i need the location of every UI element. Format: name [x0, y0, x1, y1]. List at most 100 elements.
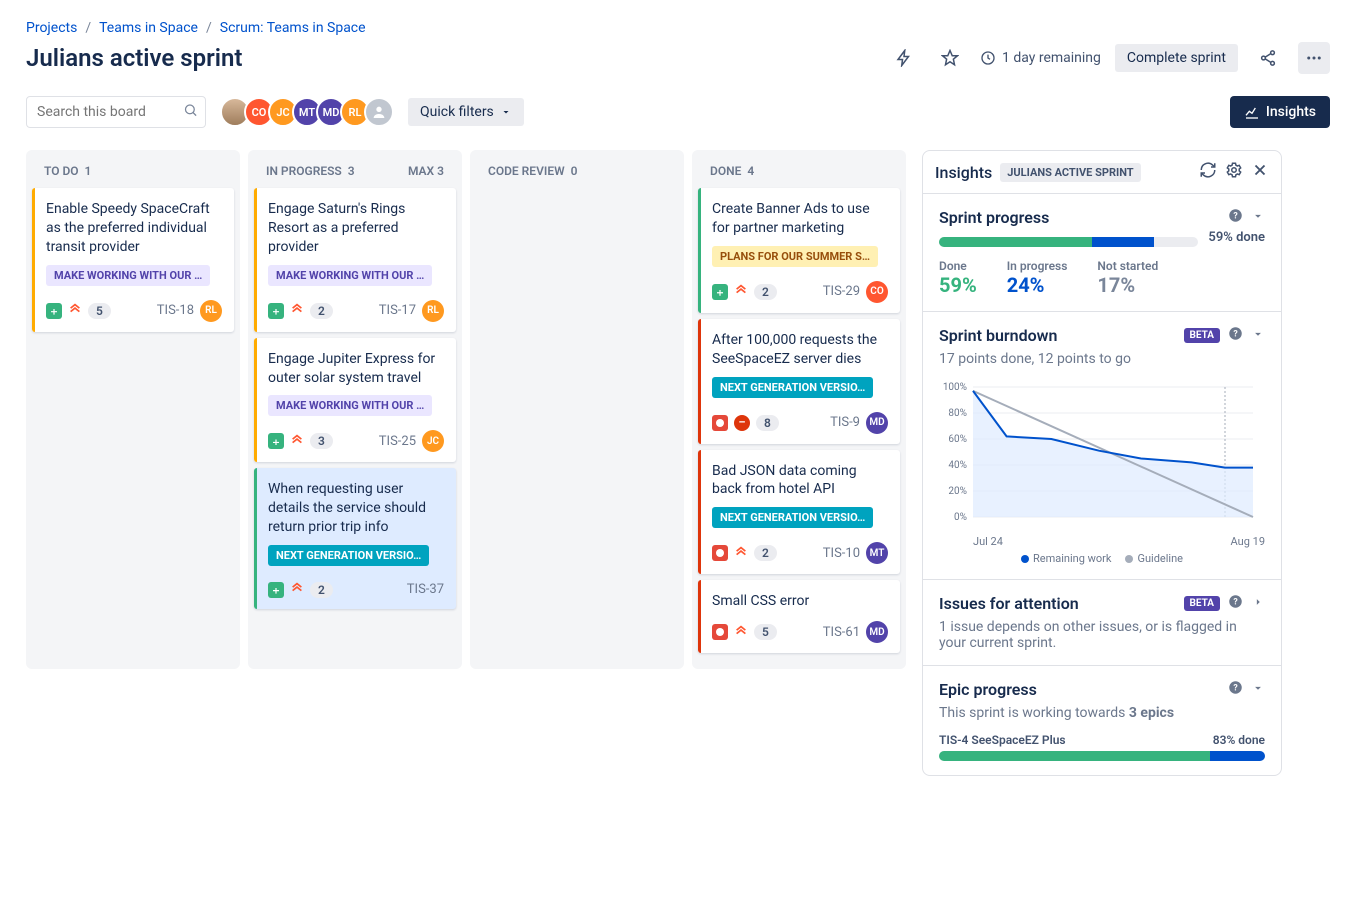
issue-key: TIS-61: [823, 625, 860, 640]
column-title: IN PROGRESS 3: [266, 164, 355, 178]
priority-icon: [290, 301, 304, 320]
card-title: After 100,000 requests the SeeSpaceEZ se…: [712, 331, 888, 369]
insights-title: Insights: [935, 163, 992, 182]
issue-card[interactable]: When requesting user details the service…: [254, 468, 456, 609]
assignee-avatar[interactable]: JC: [422, 430, 444, 452]
quick-filters-button[interactable]: Quick filters: [408, 98, 524, 126]
share-icon[interactable]: [1252, 42, 1284, 74]
board-column: CODE REVIEW 0: [470, 150, 684, 669]
issue-card[interactable]: After 100,000 requests the SeeSpaceEZ se…: [698, 319, 900, 444]
issue-card[interactable]: Bad JSON data coming back from hotel API…: [698, 450, 900, 575]
epic-label: PLANS FOR OUR SUMMER S…: [712, 246, 878, 267]
help-icon[interactable]: ?: [1228, 680, 1243, 699]
chevron-down-icon[interactable]: [1251, 680, 1265, 699]
epic-label: NEXT GENERATION VERSIO…: [712, 507, 873, 528]
insights-header: Insights JULIANS ACTIVE SPRINT: [923, 151, 1281, 194]
chevron-down-icon[interactable]: [1251, 326, 1265, 345]
sprint-burndown-section: Sprint burndown BETA ? 17 points done, 1…: [923, 312, 1281, 580]
insights-button[interactable]: Insights: [1230, 96, 1330, 128]
assignee-avatar[interactable]: CO: [866, 281, 888, 303]
assignee-avatar[interactable]: MD: [866, 621, 888, 643]
issue-key: TIS-10: [823, 546, 860, 561]
priority-icon: [734, 282, 748, 301]
avatar[interactable]: [364, 97, 394, 127]
beta-badge: BETA: [1184, 328, 1221, 343]
svg-text:?: ?: [1233, 598, 1238, 608]
svg-text:20%: 20%: [948, 486, 967, 497]
card-title: Small CSS error: [712, 592, 888, 611]
issues-attention-section[interactable]: Issues for attention BETA ? 1 issue depe…: [923, 580, 1281, 666]
help-icon[interactable]: ?: [1228, 208, 1243, 227]
bug-icon: [712, 415, 728, 431]
epic-bar: [939, 751, 1265, 761]
epic-progress-title: Epic progress: [939, 680, 1037, 699]
assignee-avatar[interactable]: MT: [866, 542, 888, 564]
days-remaining: 1 day remaining: [980, 50, 1101, 66]
burndown-summary: 17 points done, 12 points to go: [939, 351, 1265, 367]
issue-card[interactable]: Engage Saturn's Rings Resort as a prefer…: [254, 188, 456, 332]
avatar-stack[interactable]: COJCMTMDRL: [220, 97, 394, 127]
chevron-down-icon[interactable]: [1251, 208, 1265, 227]
chevron-right-icon[interactable]: [1251, 594, 1265, 613]
chevron-down-icon: [500, 106, 512, 118]
issue-key: TIS-29: [823, 284, 860, 299]
insights-panel: Insights JULIANS ACTIVE SPRINT Sprint pr…: [922, 150, 1282, 776]
assignee-avatar[interactable]: MD: [866, 412, 888, 434]
assignee-avatar[interactable]: RL: [200, 300, 222, 322]
epic-row-label: TIS-4 SeeSpaceEZ Plus: [939, 733, 1066, 747]
priority-icon: [734, 623, 748, 642]
priority-icon: [290, 432, 304, 451]
story-points: 5: [754, 624, 777, 640]
attention-title: Issues for attention: [939, 594, 1079, 613]
bug-icon: [712, 624, 728, 640]
priority-icon: [734, 544, 748, 563]
automation-icon[interactable]: [888, 42, 920, 74]
issue-card[interactable]: Enable Speedy SpaceCraft as the preferre…: [32, 188, 234, 332]
burndown-title: Sprint burndown: [939, 326, 1057, 345]
issue-card[interactable]: Engage Jupiter Express for outer solar s…: [254, 338, 456, 463]
epic-label: NEXT GENERATION VERSIO…: [712, 377, 873, 398]
breadcrumb-projects[interactable]: Projects: [26, 20, 77, 36]
star-icon[interactable]: [934, 42, 966, 74]
beta-badge: BETA: [1184, 596, 1221, 611]
close-icon[interactable]: [1251, 161, 1269, 183]
help-icon[interactable]: ?: [1228, 326, 1243, 345]
search-wrapper: [26, 96, 206, 128]
story-icon: [712, 284, 728, 300]
title-actions: 1 day remaining Complete sprint: [888, 42, 1330, 74]
epic-label: MAKE WORKING WITH OUR …: [268, 395, 432, 416]
assignee-avatar[interactable]: RL: [422, 300, 444, 322]
breadcrumb: Projects / Teams in Space / Scrum: Teams…: [26, 20, 1330, 36]
more-icon[interactable]: [1298, 42, 1330, 74]
issue-card[interactable]: Small CSS error 5 TIS-61 MD: [698, 580, 900, 653]
issue-card[interactable]: Create Banner Ads to use for partner mar…: [698, 188, 900, 313]
story-points: 8: [756, 415, 779, 431]
sprint-badge: JULIANS ACTIVE SPRINT: [1000, 163, 1140, 182]
chart-icon: [1244, 104, 1260, 120]
story-points: 2: [754, 284, 777, 300]
story-icon: [46, 303, 62, 319]
complete-sprint-button[interactable]: Complete sprint: [1115, 44, 1238, 72]
svg-text:40%: 40%: [948, 460, 967, 471]
gear-icon[interactable]: [1225, 161, 1243, 183]
card-title: Create Banner Ads to use for partner mar…: [712, 200, 888, 238]
epic-summary: This sprint is working towards 3 epics: [939, 705, 1265, 721]
epic-label: MAKE WORKING WITH OUR …: [268, 265, 432, 286]
epic-label: NEXT GENERATION VERSIO…: [268, 545, 429, 566]
svg-text:80%: 80%: [948, 408, 967, 419]
breadcrumb-board[interactable]: Scrum: Teams in Space: [220, 20, 366, 36]
svg-text:0%: 0%: [954, 512, 967, 523]
page-title: Julians active sprint: [26, 44, 242, 72]
card-title: Bad JSON data coming back from hotel API: [712, 462, 888, 500]
svg-text:?: ?: [1233, 330, 1238, 340]
breadcrumb-team[interactable]: Teams in Space: [99, 20, 198, 36]
story-icon: [268, 433, 284, 449]
title-row: Julians active sprint 1 day remaining Co…: [26, 42, 1330, 74]
search-input[interactable]: [26, 96, 206, 128]
board-toolbar: COJCMTMDRL Quick filters Insights: [26, 96, 1330, 128]
help-icon[interactable]: ?: [1228, 594, 1243, 613]
refresh-icon[interactable]: [1199, 161, 1217, 183]
story-icon: [268, 303, 284, 319]
search-icon: [183, 103, 198, 122]
done-percent-label: 59% done: [1208, 230, 1265, 245]
